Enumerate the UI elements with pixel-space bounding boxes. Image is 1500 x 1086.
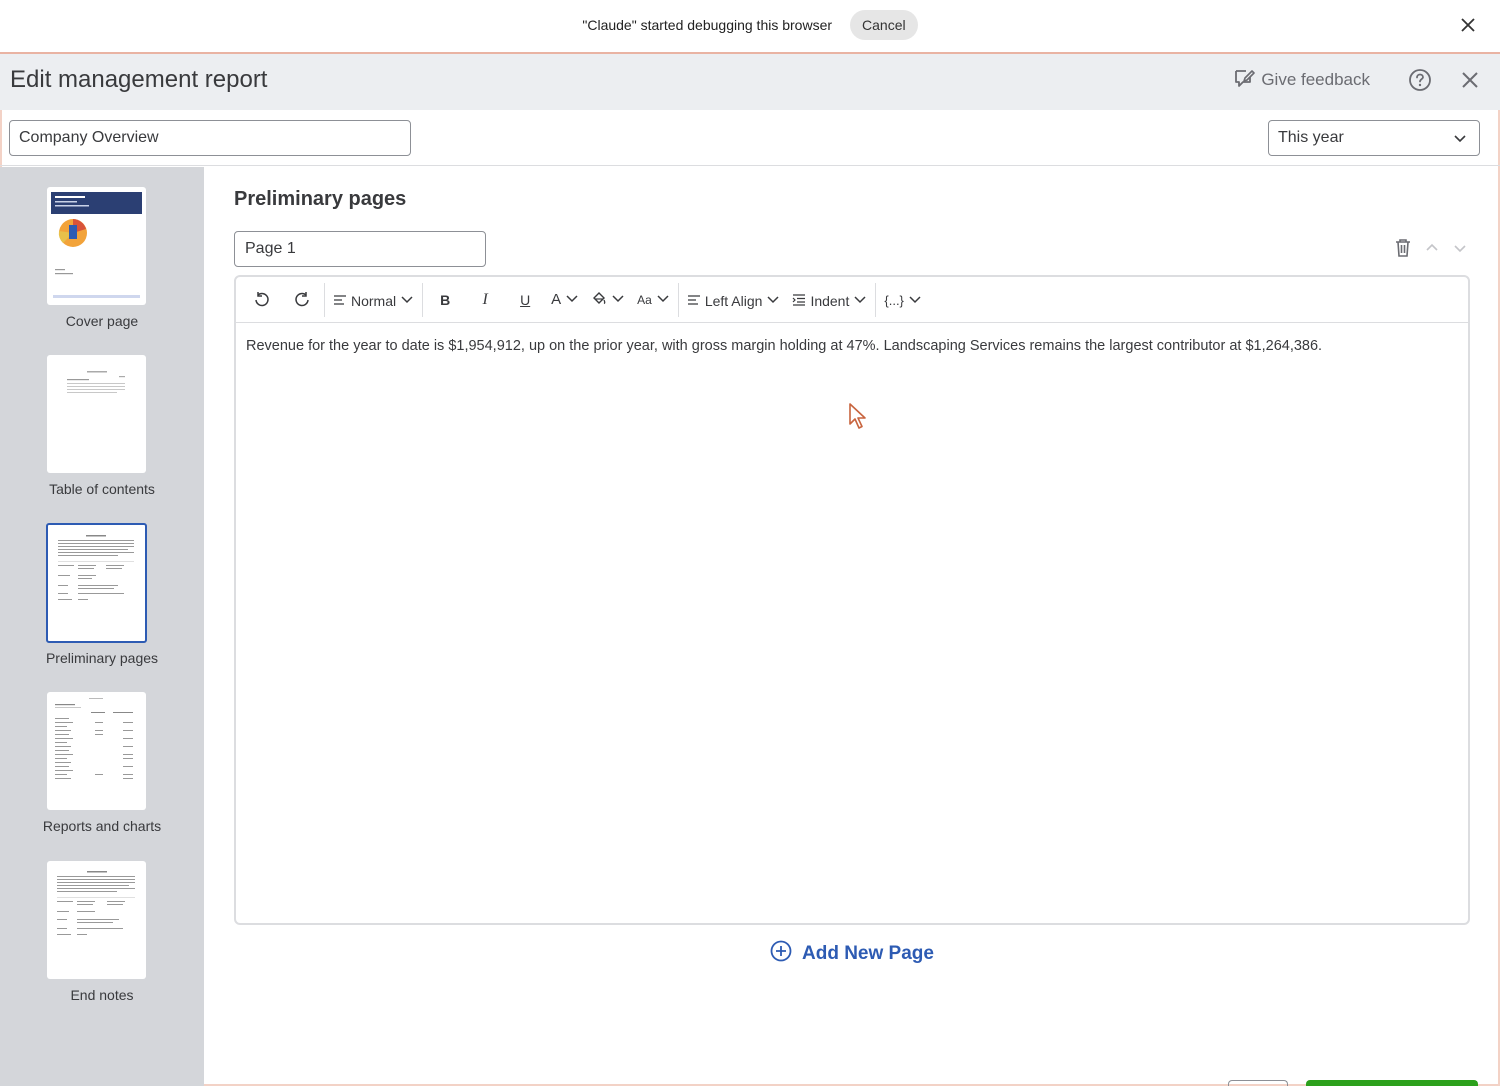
- move-up-icon[interactable]: [1424, 240, 1440, 261]
- undo-button[interactable]: [242, 283, 282, 317]
- toolbar-divider: [875, 282, 877, 317]
- period-dropdown[interactable]: This year: [1268, 120, 1480, 156]
- sidebar-item-label: Cover page: [65, 313, 139, 329]
- add-new-page-button[interactable]: Add New Page: [770, 940, 934, 968]
- alignment-value: Left Align: [704, 292, 763, 309]
- reports-and-charts-thumbnail[interactable]: [47, 692, 146, 810]
- toc-thumbnail[interactable]: [47, 355, 146, 473]
- chevron-down-icon: [611, 291, 625, 308]
- report-settings-row: This year: [0, 110, 1500, 166]
- chevron-down-icon: [656, 291, 670, 308]
- font-size-label: Aa: [637, 292, 652, 307]
- toolbar-divider: [677, 282, 679, 317]
- chevron-down-icon: [1453, 131, 1467, 150]
- chevron-down-icon: [766, 292, 780, 309]
- modal-header: Edit management report Give feedback: [0, 54, 1500, 110]
- mouse-cursor-icon: [848, 402, 870, 435]
- sidebar-item-cover-page[interactable]: Cover page: [0, 187, 204, 337]
- paragraph-style-value: Normal: [351, 292, 397, 309]
- paragraph-icon: [333, 293, 347, 309]
- chevron-down-icon: [853, 292, 867, 309]
- help-icon[interactable]: [1406, 66, 1434, 94]
- paint-bucket-icon: [591, 290, 607, 309]
- redo-button[interactable]: [282, 283, 322, 317]
- sidebar-item-end-notes[interactable]: End notes: [0, 861, 204, 1011]
- variable-label: {...}: [884, 293, 904, 308]
- add-new-page-label: Add New Page: [802, 943, 934, 964]
- report-name-input[interactable]: [9, 120, 411, 156]
- sections-sidebar: Cover page Table of contents Preliminary…: [0, 167, 204, 1086]
- sidebar-item-preliminary-pages[interactable]: Preliminary pages: [0, 523, 204, 675]
- alignment-dropdown[interactable]: Left Align: [681, 283, 787, 317]
- section-title: Preliminary pages: [234, 188, 407, 210]
- edit-report-modal: Edit management report Give feedback Thi…: [0, 52, 1500, 1086]
- cover-page-thumbnail[interactable]: [47, 187, 146, 305]
- sidebar-item-label: Reports and charts: [42, 818, 162, 834]
- indent-icon: [792, 293, 806, 309]
- chevron-down-icon: [908, 292, 922, 309]
- plus-circle-icon: [770, 940, 792, 968]
- chevron-down-icon: [400, 292, 414, 309]
- trash-icon[interactable]: [1394, 238, 1412, 263]
- indent-dropdown[interactable]: Indent: [786, 283, 873, 317]
- paragraph-style-dropdown[interactable]: Normal: [327, 283, 420, 317]
- highlight-color-dropdown[interactable]: [585, 283, 631, 317]
- footer-secondary-button[interactable]: [1228, 1080, 1288, 1086]
- modal-title: Edit management report: [10, 66, 268, 93]
- italic-button[interactable]: I: [465, 283, 505, 317]
- insert-variable-dropdown[interactable]: {...}: [878, 283, 928, 317]
- feedback-label: Give feedback: [1261, 70, 1370, 89]
- modal-close-icon[interactable]: [1456, 66, 1484, 94]
- sidebar-item-reports-and-charts[interactable]: Reports and charts: [0, 692, 204, 842]
- underline-button[interactable]: U: [505, 283, 545, 317]
- sidebar-item-label: Preliminary pages: [45, 650, 159, 666]
- sidebar-item-table-of-contents[interactable]: Table of contents: [0, 355, 204, 505]
- close-icon[interactable]: [1456, 13, 1480, 37]
- end-notes-thumbnail[interactable]: [47, 861, 146, 979]
- footer-primary-button[interactable]: [1306, 1080, 1478, 1086]
- bold-button[interactable]: B: [425, 283, 465, 317]
- editor-content[interactable]: Revenue for the year to date is $1,954,9…: [246, 335, 1456, 357]
- debug-banner: "Claude" started debugging this browser …: [0, 0, 1500, 50]
- header-actions: Give feedback: [1233, 66, 1484, 94]
- chevron-down-icon: [565, 291, 579, 308]
- editor-toolbar: Normal B I U A Aa Left Align Indent {...…: [236, 277, 1468, 323]
- toolbar-divider: [422, 282, 424, 317]
- font-color-label: A: [551, 291, 562, 308]
- page-name-input[interactable]: [234, 231, 486, 267]
- feedback-icon: [1233, 67, 1256, 94]
- indent-value: Indent: [810, 292, 850, 309]
- sidebar-item-label: End notes: [70, 987, 134, 1003]
- rich-text-editor: Normal B I U A Aa Left Align Indent {...…: [234, 275, 1470, 925]
- period-value: This year: [1278, 129, 1344, 146]
- debug-message: "Claude" started debugging this browser: [582, 17, 833, 33]
- page-controls: [1394, 238, 1468, 263]
- preliminary-pages-thumbnail[interactable]: [46, 523, 147, 643]
- give-feedback-link[interactable]: Give feedback: [1233, 67, 1384, 94]
- sidebar-item-label: Table of contents: [49, 481, 155, 497]
- font-color-dropdown[interactable]: A: [545, 283, 585, 317]
- debug-cancel-button[interactable]: Cancel: [850, 10, 918, 40]
- toolbar-divider: [324, 282, 325, 317]
- font-size-dropdown[interactable]: Aa: [631, 283, 676, 317]
- align-left-icon: [687, 293, 701, 309]
- move-down-icon[interactable]: [1452, 240, 1468, 261]
